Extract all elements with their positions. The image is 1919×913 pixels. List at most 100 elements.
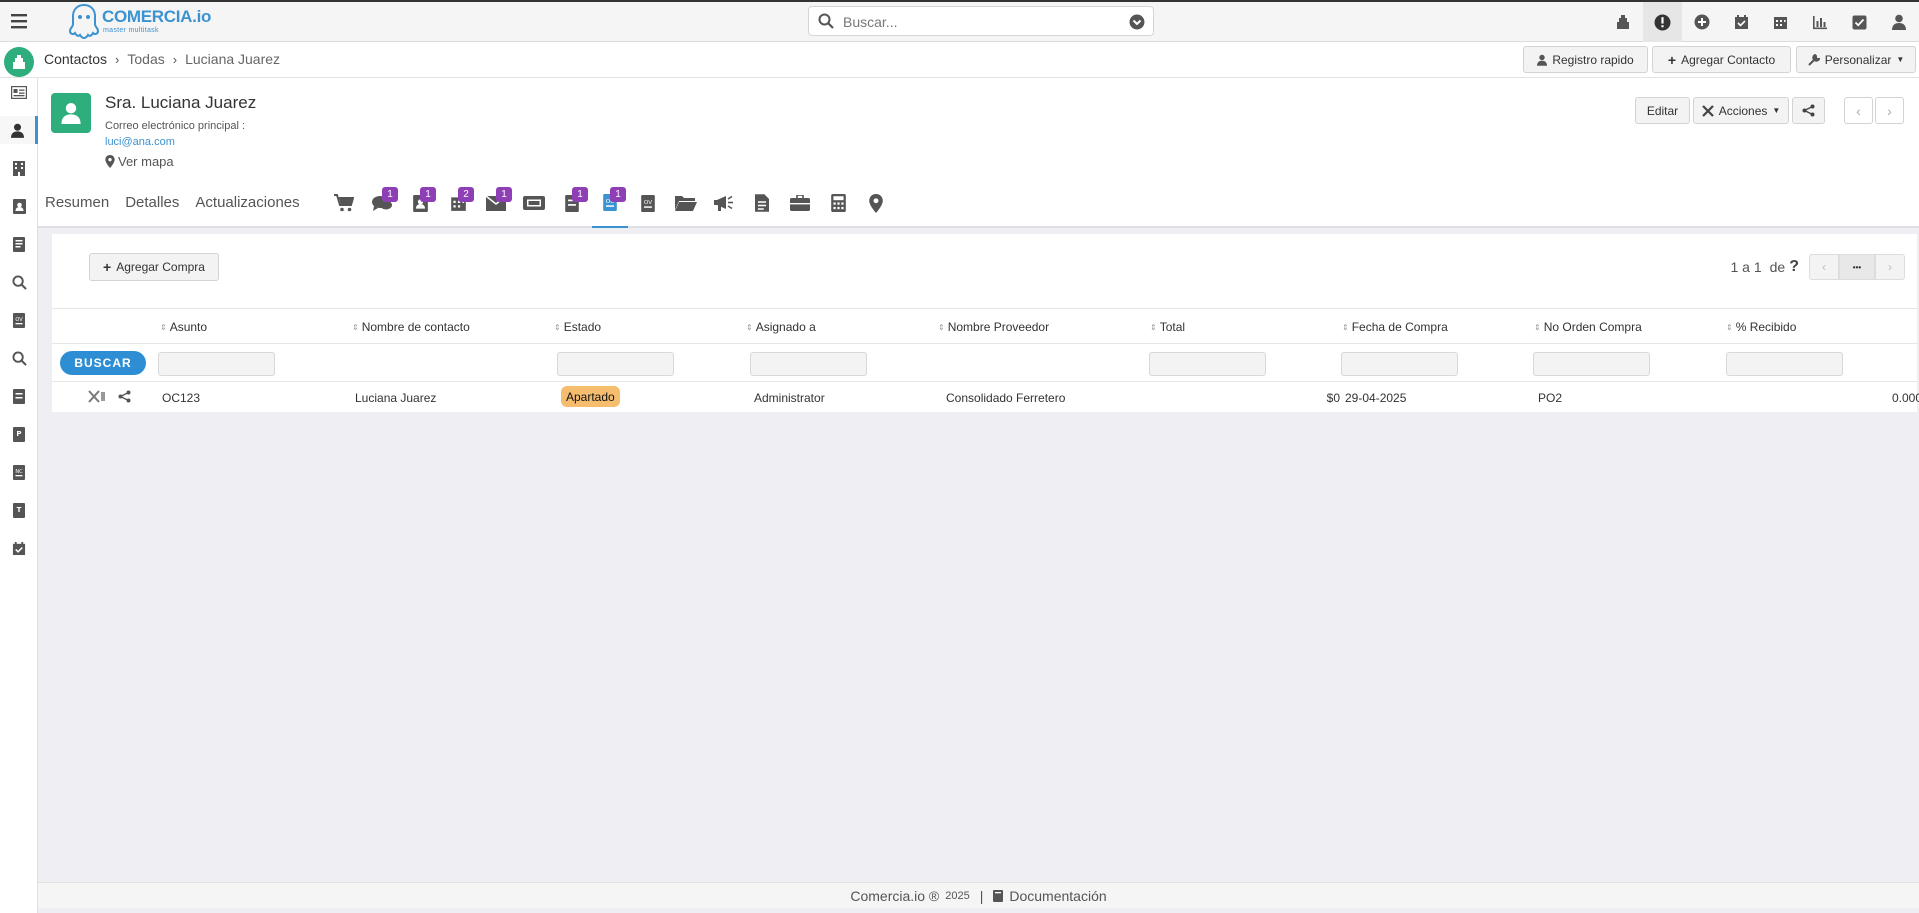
sidebar-item-address-book[interactable] [0,192,38,220]
docs-link[interactable]: Documentación [1009,888,1106,904]
search-button[interactable]: BUSCAR [60,351,146,375]
filter-order-no-input[interactable] [1533,352,1650,376]
address-book-icon [12,198,26,214]
tab-invoices-icon[interactable]: 1 [554,178,590,228]
tab-calendar-icon[interactable]: 2 [440,178,476,228]
tab-briefcase-icon[interactable] [782,178,818,228]
tab-document-icon[interactable] [744,178,780,228]
pager-next-button[interactable]: › [1875,254,1905,280]
ledger-icon [13,388,25,404]
sidebar-item-invoices[interactable]: NC [0,458,38,486]
filter-assigned-input[interactable] [750,352,867,376]
email-link[interactable]: luci@ana.com [105,136,175,148]
sort-icon: ⇕ [1342,322,1349,332]
sidebar-item-search-docs[interactable] [0,268,38,296]
actions-button[interactable]: Acciones ▼ [1693,97,1789,124]
app-logo[interactable]: COMERCIA.io master multitask [68,3,212,39]
pager-prev-button[interactable]: ‹ [1809,254,1839,280]
share-button[interactable] [1792,97,1825,124]
cash-register-icon[interactable] [1603,2,1643,42]
edit-button[interactable]: Editar [1635,97,1690,124]
quick-register-button[interactable]: Registro rapido [1523,46,1648,73]
sidebar-item-documents[interactable] [0,230,38,258]
pager-more-button[interactable]: ••• [1839,254,1875,280]
column-header[interactable]: ⇕ Total [1150,320,1185,334]
column-header[interactable]: ⇕ Estado [554,320,601,334]
search-options-icon[interactable] [1129,14,1145,30]
column-header[interactable]: ⇕ No Orden Compra [1534,320,1642,334]
badge-purchase-orders: 1 [610,187,626,202]
tab-shopping-cart-icon[interactable] [326,178,362,228]
customize-button[interactable]: Personalizar ▼ [1796,46,1916,73]
cell-supplier[interactable]: Consolidado Ferretero [946,391,1065,405]
home-button[interactable] [4,47,34,77]
global-search[interactable]: Buscar... [808,6,1154,36]
add-purchase-button[interactable]: + Agregar Compra [89,253,219,281]
column-header[interactable]: ⇕ Fecha de Compra [1342,320,1448,334]
filter-status-input[interactable] [557,352,674,376]
logo-text: COMERCIA.io [102,7,212,26]
sidebar-item-contacts[interactable] [0,116,38,144]
tab-calculator-icon[interactable] [820,178,856,228]
checkbox-icon[interactable] [1840,2,1880,42]
sidebar-item-tickets[interactable]: T [0,496,38,524]
tab-conversations-icon[interactable]: 1 [364,178,400,228]
cell-contact[interactable]: Luciana Juarez [355,391,436,405]
chevron-left-icon: ‹ [1822,260,1826,274]
sidebar-item-search[interactable] [0,344,38,372]
view-map-link[interactable]: Ver mapa [105,154,174,169]
tab-email-icon[interactable]: 1 [478,178,514,228]
alert-icon[interactable] [1642,2,1682,42]
column-header[interactable]: ⇕ Asunto [160,320,207,334]
breadcrumb-module[interactable]: Contactos [44,51,107,67]
filter-received-input[interactable] [1726,352,1843,376]
breadcrumb-list[interactable]: Todas [127,51,164,67]
column-header[interactable]: ⇕% Recibido [1726,320,1796,334]
cell-subject[interactable]: OC123 [162,391,200,405]
next-record-button[interactable]: › [1875,97,1904,124]
question-icon[interactable]: ? [1789,258,1799,276]
sort-icon: ⇕ [746,322,753,332]
plus-circle-icon[interactable] [1682,2,1722,42]
calendar-check-icon[interactable] [1722,2,1762,42]
sort-icon: ⇕ [1726,322,1733,332]
column-header[interactable]: ⇕ Nombre Proveedor [938,320,1049,334]
footer-year: 2025 [945,889,970,902]
tab-location-icon[interactable] [858,178,894,228]
table-row[interactable]: OC123 Luciana Juarez Apartado Administra… [52,382,1919,412]
sidebar-item-ledger[interactable] [0,382,38,410]
cell-order-no: PO2 [1538,391,1563,405]
sidebar-item-quotes[interactable]: OV [0,306,38,334]
tools-icon[interactable] [88,390,106,403]
filter-total-input[interactable] [1149,352,1266,376]
user-icon[interactable] [1880,2,1919,42]
sidebar-item-tasks[interactable] [0,534,38,562]
sidebar-item-companies[interactable] [0,154,38,182]
column-header[interactable]: ⇕ Nombre de contacto [352,320,470,334]
cell-date: 29-04-2025 [1345,391,1407,405]
tab-contacts-icon[interactable]: 1 [402,178,438,228]
sidebar-item-id-card[interactable] [0,78,38,106]
tab-campaigns-icon[interactable] [706,178,742,228]
tab-folder-icon[interactable] [668,178,704,228]
tab-ticket-icon[interactable] [516,178,552,228]
column-header[interactable]: ⇕ Asignado a [746,320,816,334]
tab-purchase-orders-icon[interactable]: OC 1 [592,178,628,228]
add-contact-button[interactable]: + Agregar Contacto [1652,46,1791,73]
logo-tagline: master multitask [103,27,159,34]
share-icon[interactable] [118,390,131,403]
cash-register-icon [13,55,25,69]
tab-sales-orders-icon[interactable]: OV [630,178,666,228]
hamburger-menu-icon[interactable] [9,10,31,32]
previous-record-button[interactable]: ‹ [1844,97,1873,124]
related-module-tabs: 1 1 2 1 1 OC 1 OV [38,178,883,228]
pager-more-label: ••• [1852,262,1862,272]
sidebar-item-purchases[interactable]: P [0,420,38,448]
top-navbar: COMERCIA.io master multitask Buscar... [0,0,1919,42]
calendar-icon[interactable] [1761,2,1801,42]
filter-subject-input[interactable] [158,352,275,376]
purchase-document-icon: P [13,426,25,442]
bar-chart-icon[interactable] [1801,2,1841,42]
filter-date-input[interactable] [1341,352,1458,376]
breadcrumb-bar: Contactos › Todas › Luciana Juarez Regis… [0,42,1919,78]
